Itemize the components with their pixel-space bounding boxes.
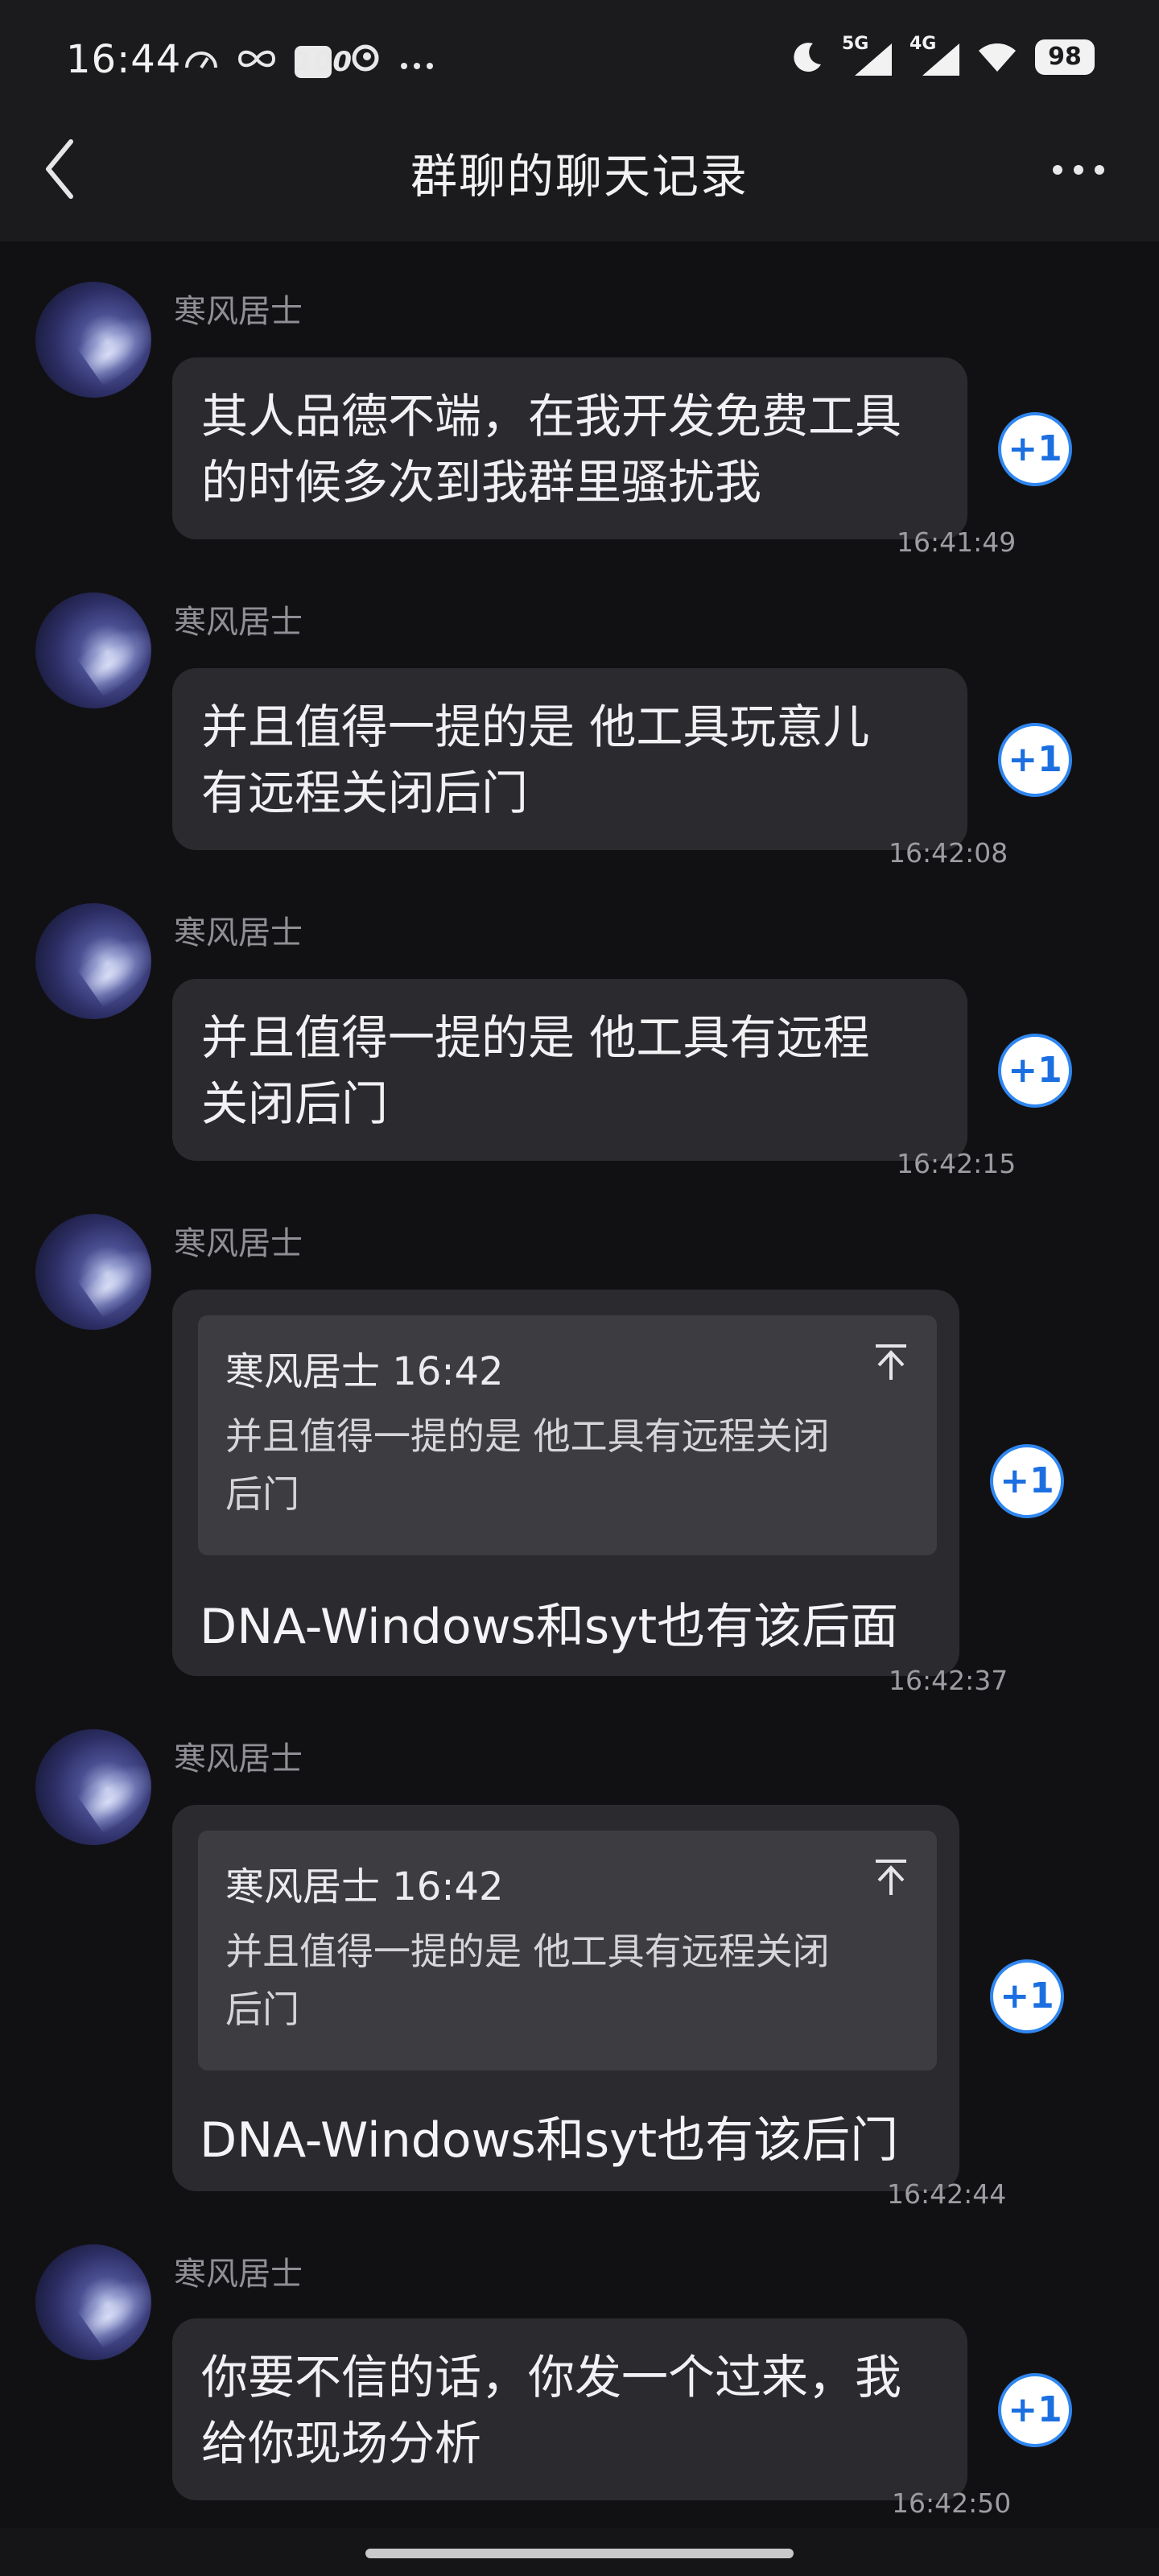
message-bubble[interactable]: 并且值得一提的是 他工具玩意儿 有远程关闭后门 bbox=[172, 668, 967, 850]
plus-one-button[interactable]: +1 bbox=[998, 412, 1072, 486]
wifi-icon bbox=[979, 43, 1016, 72]
plus-one-button[interactable]: +1 bbox=[990, 1444, 1064, 1518]
more-dot-icon bbox=[1095, 165, 1104, 175]
more-dot-icon bbox=[1074, 165, 1083, 175]
sender-name: 寒风居士 bbox=[174, 1225, 303, 1262]
more-dots-icon bbox=[399, 46, 435, 78]
jump-to-original-icon[interactable] bbox=[872, 1343, 909, 1381]
quote-text: 并且值得一提的是 他工具有远程关闭 后门 bbox=[225, 1414, 830, 1516]
more-options-button[interactable] bbox=[1053, 158, 1117, 182]
plus-one-button[interactable]: +1 bbox=[998, 723, 1072, 797]
message-text: 并且值得一提的是 他工具玩意儿 有远程关闭后门 bbox=[201, 700, 870, 820]
message-text: DNA-Windows和syt也有该后面 bbox=[200, 1599, 899, 1655]
avatar[interactable] bbox=[35, 282, 151, 398]
swirl-icon bbox=[349, 42, 382, 81]
message-text: DNA-Windows和syt也有该后门 bbox=[200, 2112, 899, 2169]
message-time: 16:42:08 bbox=[889, 837, 1008, 869]
speedometer-icon bbox=[184, 46, 219, 78]
status-time: 16:44 bbox=[66, 37, 182, 82]
quote-header: 寒风居士 16:42 bbox=[225, 1864, 504, 1909]
status-bar: 16:44 100 5G 4G 98 bbox=[0, 0, 1159, 121]
status-system-icons: 5G 4G 98 bbox=[790, 34, 1095, 77]
status-notification-icons: 100 bbox=[184, 42, 435, 81]
more-dot-icon bbox=[1053, 165, 1062, 175]
quoted-message[interactable]: 寒风居士 16:42 并且值得一提的是 他工具有远程关闭 后门 bbox=[198, 1315, 937, 1555]
sender-name: 寒风居士 bbox=[174, 604, 303, 641]
message-text: 并且值得一提的是 他工具有远程 关闭后门 bbox=[201, 1010, 870, 1131]
signal-4g-icon: 4G bbox=[909, 34, 959, 77]
sender-name: 寒风居士 bbox=[174, 2256, 303, 2293]
jump-to-original-icon[interactable] bbox=[872, 1858, 909, 1897]
message-text: 你要不信的话，你发一个过来，我 给你现场分析 bbox=[201, 2350, 902, 2471]
quote-text: 并且值得一提的是 他工具有远程关闭 后门 bbox=[225, 1930, 830, 2031]
sender-name: 寒风居士 bbox=[174, 293, 303, 330]
plus-one-button[interactable]: +1 bbox=[990, 1959, 1064, 2033]
quoted-message[interactable]: 寒风居士 16:42 并且值得一提的是 他工具有远程关闭 后门 bbox=[198, 1831, 937, 2070]
home-indicator[interactable] bbox=[365, 2549, 794, 2558]
avatar[interactable] bbox=[35, 1214, 151, 1330]
message-time: 16:42:44 bbox=[887, 2178, 1007, 2210]
message-time: 16:42:37 bbox=[889, 1665, 1008, 1696]
avatar[interactable] bbox=[35, 592, 151, 708]
moon-icon bbox=[794, 43, 821, 72]
message-bubble[interactable]: 你要不信的话，你发一个过来，我 给你现场分析 bbox=[172, 2318, 967, 2500]
sender-name: 寒风居士 bbox=[174, 914, 303, 952]
battery-icon: 98 bbox=[1035, 39, 1095, 75]
message-time: 16:41:49 bbox=[897, 526, 1017, 558]
message-text: 其人品德不端，在我开发免费工具 的时候多次到我群里骚扰我 bbox=[201, 389, 902, 510]
message-time: 16:42:15 bbox=[897, 1148, 1017, 1179]
message-bubble[interactable]: 并且值得一提的是 他工具有远程 关闭后门 bbox=[172, 979, 967, 1161]
plus-one-button[interactable]: +1 bbox=[998, 1034, 1072, 1108]
hundred-points-icon: 100 bbox=[295, 45, 352, 78]
signal-5g-icon: 5G bbox=[842, 34, 892, 77]
plus-one-button[interactable]: +1 bbox=[998, 2373, 1072, 2447]
message-bubble[interactable]: 其人品德不端，在我开发免费工具 的时候多次到我群里骚扰我 bbox=[172, 357, 967, 539]
sender-name: 寒风居士 bbox=[174, 1740, 303, 1777]
avatar[interactable] bbox=[35, 2244, 151, 2360]
infinity-icon bbox=[237, 46, 277, 78]
quote-header: 寒风居士 16:42 bbox=[225, 1349, 504, 1394]
page-title: 群聊的聊天记录 bbox=[410, 149, 749, 204]
message-time: 16:42:50 bbox=[892, 2487, 1012, 2519]
avatar[interactable] bbox=[35, 903, 151, 1019]
avatar[interactable] bbox=[35, 1729, 151, 1845]
